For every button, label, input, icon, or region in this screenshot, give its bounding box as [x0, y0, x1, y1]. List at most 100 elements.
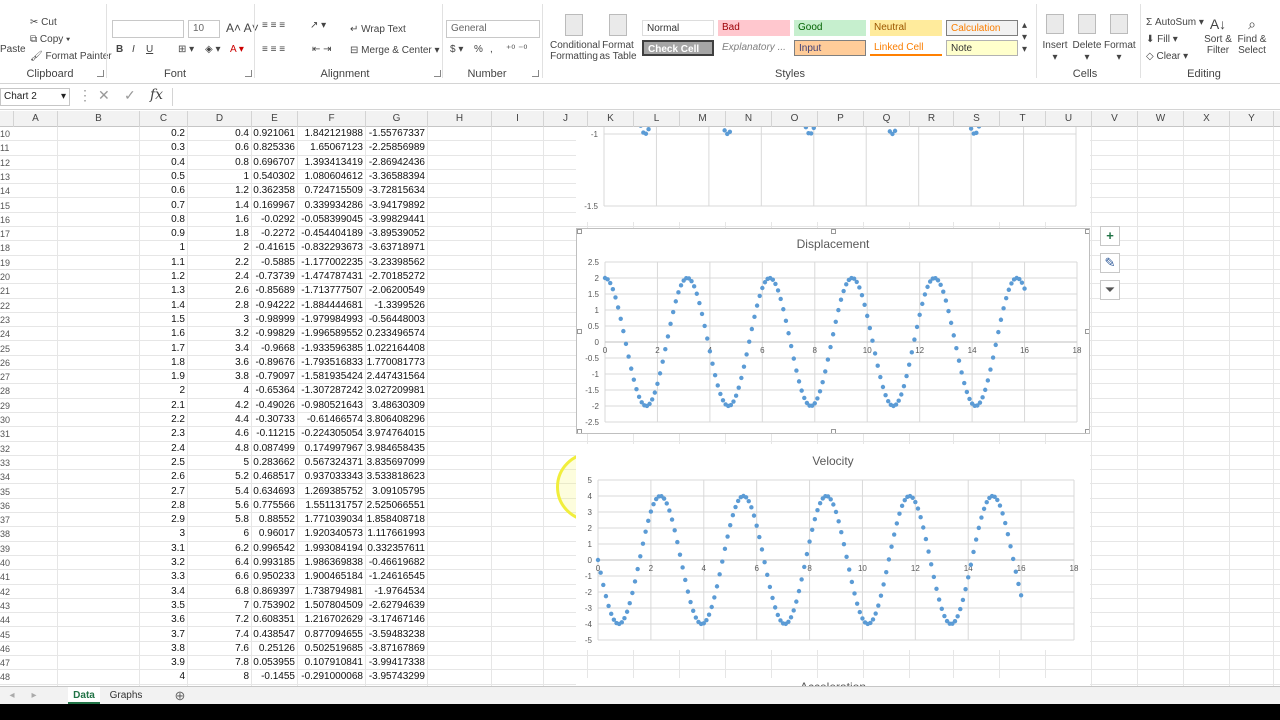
cell-f[interactable]: -0.291000068	[298, 670, 363, 684]
row-number[interactable]: 22	[0, 299, 14, 313]
cell-e[interactable]: 0.696707	[252, 156, 295, 170]
fill-color-icon[interactable]: ◈ ▾	[205, 44, 221, 55]
cell-f[interactable]: -1.474787431	[298, 270, 363, 284]
autosum-button[interactable]: Σ AutoSum ▾	[1146, 17, 1204, 28]
cell-d[interactable]: 6.2	[188, 542, 249, 556]
cell-c[interactable]: 1.9	[140, 370, 185, 384]
cell-e[interactable]: -0.65364	[252, 384, 295, 398]
cell-e[interactable]: -0.99829	[252, 327, 295, 341]
column-header-m[interactable]: M	[680, 111, 726, 127]
cell-d[interactable]: 3.4	[188, 342, 249, 356]
cell-f[interactable]: 1.900465184	[298, 570, 363, 584]
chart-acceleration-partial[interactable]: Acceleration	[576, 678, 1090, 686]
cell-d[interactable]: 2.2	[188, 256, 249, 270]
row-number[interactable]: 17	[0, 227, 14, 241]
style-input[interactable]: Input	[794, 40, 866, 56]
cell-g[interactable]: -3.89539052	[366, 227, 425, 241]
cell-d[interactable]: 1.2	[188, 184, 249, 198]
cell-f[interactable]: 1.507804509	[298, 599, 363, 613]
row-number[interactable]: 12	[0, 156, 14, 170]
cell-c[interactable]: 0.7	[140, 199, 185, 213]
cell-e[interactable]: 0.438547	[252, 628, 295, 642]
row-number[interactable]: 40	[0, 556, 14, 570]
row-number[interactable]: 19	[0, 256, 14, 270]
column-header-o[interactable]: O	[772, 111, 818, 127]
resize-handle[interactable]	[831, 229, 836, 234]
cell-d[interactable]: 2.4	[188, 270, 249, 284]
cell-f[interactable]: -0.224305054	[298, 427, 363, 441]
column-header-h[interactable]: H	[428, 111, 492, 127]
cell-c[interactable]: 0.5	[140, 170, 185, 184]
style-normal[interactable]: Normal	[642, 20, 714, 36]
cell-g[interactable]: 0.332357611	[366, 542, 425, 556]
cell-c[interactable]: 2.3	[140, 427, 185, 441]
cell-c[interactable]: 1.3	[140, 284, 185, 298]
cell-g[interactable]: -1.9764534	[366, 585, 425, 599]
cell-g[interactable]: 3.835697099	[366, 456, 425, 470]
row-number[interactable]: 10	[0, 127, 14, 141]
chart-velocity[interactable]: Velocity 5 4 3 2 1 0 -1 -2 -3 -4 -5 0 2 4 6 8 10 12 14 16 18	[576, 444, 1090, 650]
cell-g[interactable]: 3.533818623	[366, 470, 425, 484]
row-number[interactable]: 28	[0, 384, 14, 398]
cell-e[interactable]: 0.996542	[252, 542, 295, 556]
font-color-icon[interactable]: A ▾	[230, 44, 244, 55]
cell-e[interactable]: 0.634693	[252, 485, 295, 499]
column-header-y[interactable]: Y	[1230, 111, 1274, 127]
decimal-icon[interactable]: ⁺⁰ ⁻⁰	[506, 44, 527, 55]
cell-d[interactable]: 7.6	[188, 642, 249, 656]
row-number[interactable]: 20	[0, 270, 14, 284]
cell-c[interactable]: 3.8	[140, 642, 185, 656]
cell-d[interactable]: 6.8	[188, 585, 249, 599]
cell-d[interactable]: 8	[188, 670, 249, 684]
align-left-icon[interactable]: ≡ ≡ ≡	[262, 44, 285, 55]
find-select-button[interactable]: ⌕ Find & Select	[1234, 14, 1270, 56]
cell-e[interactable]: 0.96017	[252, 527, 295, 541]
italic-button[interactable]: I	[132, 44, 135, 55]
cell-f[interactable]: -0.980521643	[298, 399, 363, 413]
wrap-text-button[interactable]: ↵ Wrap Text	[350, 24, 406, 35]
cell-c[interactable]: 1.4	[140, 299, 185, 313]
cell-d[interactable]: 4.6	[188, 427, 249, 441]
cell-d[interactable]: 7.4	[188, 628, 249, 642]
row-number[interactable]: 18	[0, 241, 14, 255]
column-header-w[interactable]: W	[1138, 111, 1184, 127]
currency-icon[interactable]: $ ▾	[450, 44, 463, 55]
cell-d[interactable]: 0.6	[188, 141, 249, 155]
column-header-l[interactable]: L	[634, 111, 680, 127]
style-check-cell[interactable]: Check Cell	[642, 40, 714, 56]
number-format-dropdown[interactable]: General	[446, 20, 540, 38]
cell-g[interactable]: 3.806408296	[366, 413, 425, 427]
cell-f[interactable]: -1.979984993	[298, 313, 363, 327]
cell-f[interactable]: 0.877094655	[298, 628, 363, 642]
column-header-v[interactable]: V	[1092, 111, 1138, 127]
cell-e[interactable]: 0.950233	[252, 570, 295, 584]
cell-d[interactable]: 1.4	[188, 199, 249, 213]
cell-e[interactable]: -0.11215	[252, 427, 295, 441]
row-number[interactable]: 42	[0, 585, 14, 599]
row-number[interactable]: 36	[0, 499, 14, 513]
resize-handle[interactable]	[1085, 329, 1089, 334]
row-number[interactable]: 14	[0, 184, 14, 198]
row-number[interactable]: 32	[0, 442, 14, 456]
style-linked-cell[interactable]: Linked Cell	[870, 40, 942, 56]
row-number[interactable]: 15	[0, 199, 14, 213]
cell-e[interactable]: -0.73739	[252, 270, 295, 284]
resize-handle[interactable]	[577, 229, 582, 234]
cell-e[interactable]: -0.89676	[252, 356, 295, 370]
cell-d[interactable]: 7.8	[188, 656, 249, 670]
style-bad[interactable]: Bad	[718, 20, 790, 36]
cell-g[interactable]: 1.858408718	[366, 513, 425, 527]
insert-button[interactable]: Insert ▾	[1042, 14, 1068, 64]
row-number[interactable]: 38	[0, 527, 14, 541]
format-button[interactable]: Format ▾	[1104, 14, 1136, 64]
row-number[interactable]: 11	[0, 141, 14, 155]
cell-c[interactable]: 3.5	[140, 599, 185, 613]
cell-c[interactable]: 3.3	[140, 570, 185, 584]
cell-d[interactable]: 5.6	[188, 499, 249, 513]
insert-function-icon[interactable]: fx	[150, 87, 163, 103]
row-number[interactable]: 25	[0, 342, 14, 356]
cell-f[interactable]: -1.996589552	[298, 327, 363, 341]
cell-e[interactable]: 0.468517	[252, 470, 295, 484]
chart-styles-button[interactable]: ✎	[1100, 253, 1120, 273]
cell-e[interactable]: 0.540302	[252, 170, 295, 184]
